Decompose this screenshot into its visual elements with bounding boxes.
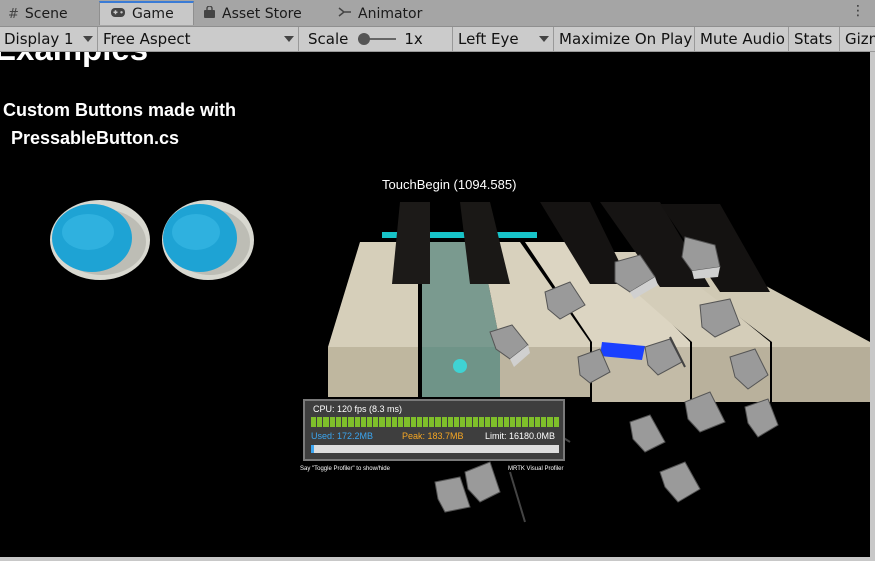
touch-begin-label: TouchBegin (1094.585)	[382, 177, 517, 192]
bag-icon	[203, 4, 216, 23]
chevron-down-icon	[83, 36, 93, 42]
floating-cubes	[434, 236, 779, 523]
animator-icon	[338, 6, 352, 22]
tab-label: Animator	[358, 6, 423, 22]
page-title: Examples	[0, 52, 148, 68]
maximize-on-play-toggle[interactable]: Maximize On Play	[555, 27, 695, 51]
pressable-button-2[interactable]	[162, 200, 254, 280]
frame-bars	[311, 417, 559, 427]
gamepad-icon	[110, 7, 126, 22]
eye-value: Left Eye	[458, 30, 519, 48]
stats-toggle[interactable]: Stats	[790, 27, 840, 51]
eye-dropdown[interactable]: Left Eye	[454, 27, 554, 51]
mute-label: Mute Audio	[700, 30, 785, 48]
visual-profiler: CPU: 120 fps (8.3 ms) Used: 172.2MB Peak…	[303, 399, 565, 461]
chevron-down-icon	[539, 36, 549, 42]
game-toolbar: Display 1 Free Aspect Scale 1x Left Eye …	[0, 27, 875, 52]
tab-bar: # Scene Game Asset Store Animator ⋮	[0, 0, 875, 27]
panel-border	[870, 52, 875, 561]
aspect-dropdown[interactable]: Free Aspect	[99, 27, 299, 51]
panel-border	[0, 557, 875, 561]
tab-asset-store[interactable]: Asset Store	[203, 2, 302, 26]
gizmos-label: Gizmos	[845, 30, 875, 48]
profiler-hint: Say "Toggle Profiler" to show/hide	[300, 466, 390, 472]
tab-label: Game	[132, 6, 174, 22]
used-memory: Used: 172.2MB	[311, 431, 374, 441]
tab-scene[interactable]: # Scene	[8, 2, 68, 26]
slider-thumb[interactable]	[358, 33, 371, 45]
pressable-button-1[interactable]	[50, 200, 150, 280]
peak-memory: Peak: 183.7MB	[402, 431, 464, 441]
pressable-buttons	[50, 200, 254, 280]
scale-control: Scale 1x	[300, 27, 453, 51]
scale-value: 1x	[404, 30, 423, 48]
game-view[interactable]: Examples Custom Buttons made with Pressa…	[0, 52, 870, 557]
maximize-label: Maximize On Play	[559, 30, 693, 48]
tab-animator[interactable]: Animator	[338, 2, 422, 26]
profiler-brand: MRTK Visual Profiler	[508, 466, 564, 472]
subtitle-line-2: PressableButton.cs	[11, 128, 180, 148]
memory-limit: Limit: 16180.0MB	[485, 431, 556, 441]
subtitle-line-1: Custom Buttons made with	[3, 100, 236, 120]
more-options-icon[interactable]: ⋮	[851, 3, 865, 19]
tab-label: Scene	[24, 6, 68, 22]
display-dropdown[interactable]: Display 1	[0, 27, 98, 51]
display-value: Display 1	[4, 30, 74, 48]
cpu-label: CPU: 120 fps (8.3 ms)	[313, 404, 403, 414]
aspect-value: Free Aspect	[103, 30, 191, 48]
chevron-down-icon	[284, 36, 294, 42]
tab-label: Asset Store	[222, 6, 302, 22]
memory-bar	[311, 445, 559, 453]
scale-slider[interactable]	[358, 33, 397, 45]
gizmos-dropdown[interactable]: Gizmos	[841, 27, 875, 51]
tab-game[interactable]: Game	[99, 1, 194, 25]
grid-icon: #	[8, 6, 19, 22]
mute-audio-toggle[interactable]: Mute Audio	[696, 27, 789, 51]
stats-label: Stats	[794, 30, 833, 48]
scale-label: Scale	[308, 30, 349, 48]
